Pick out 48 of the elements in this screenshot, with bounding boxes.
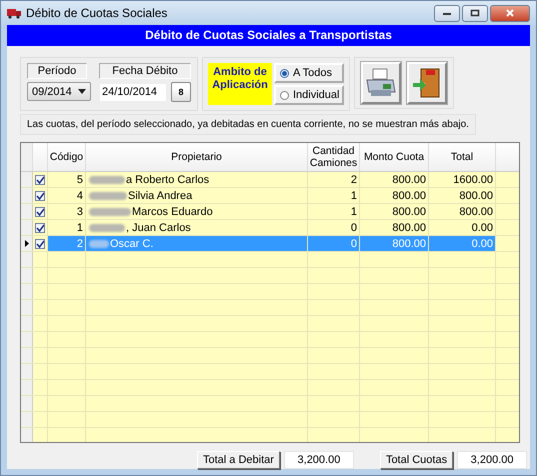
info-note: Las cuotas, del período seleccionado, ya debitadas en cuenta corriente, no se muestran más abajo. xyxy=(20,114,476,135)
column-header[interactable]: Monto Cuota xyxy=(360,143,429,171)
table-row[interactable]: 3 Marcos Eduardo 1 800.00 800.00 xyxy=(21,204,519,220)
table-cell: 1 xyxy=(308,204,360,219)
calendar-button[interactable]: 8 xyxy=(171,82,191,102)
total-fees-field: 3,200.00 xyxy=(457,451,528,469)
date-field[interactable]: 24/10/2014 xyxy=(99,82,167,102)
column-header[interactable]: Propietario xyxy=(86,143,308,171)
table-cell: 800.00 xyxy=(360,204,429,219)
table-cell: 800.00 xyxy=(360,172,429,187)
table-cell: 0 xyxy=(308,220,360,235)
table-cell: 800.00 xyxy=(360,188,429,203)
table-cell: Oscar C. xyxy=(110,238,154,250)
table-cell: 800.00 xyxy=(429,204,496,219)
total-debit-field: 3,200.00 xyxy=(284,451,354,469)
table-cell: 800.00 xyxy=(360,220,429,235)
table-cell: a Roberto Carlos xyxy=(126,174,210,186)
table-cell: 3 xyxy=(48,204,86,219)
debit-date-label: Fecha Débito xyxy=(99,63,191,79)
column-header[interactable]: Código xyxy=(48,143,86,171)
total-debit-button[interactable]: Total a Debitar xyxy=(197,451,280,469)
scope-radio[interactable]: A Todos xyxy=(274,63,344,83)
table-row[interactable]: 4 Silvia Andrea 1 800.00 800.00 xyxy=(21,188,519,204)
period-dropdown[interactable]: 09/2014 xyxy=(27,82,91,101)
table-cell: Silvia Andrea xyxy=(128,190,192,202)
table-cell: 0.00 xyxy=(429,220,496,235)
table-cell: 1 xyxy=(308,188,360,203)
table-row[interactable]: 5 a Roberto Carlos 2 800.00 1600.00 xyxy=(21,172,519,188)
total-fees-button[interactable]: Total Cuotas xyxy=(380,451,454,469)
column-header[interactable]: Cantidad Camiones xyxy=(308,143,360,171)
table-cell: 5 xyxy=(48,172,86,187)
table-cell: 2 xyxy=(48,236,86,251)
table-cell: 0 xyxy=(308,236,360,251)
table-cell: 0.00 xyxy=(429,236,496,251)
table-cell: 800.00 xyxy=(360,236,429,251)
column-header[interactable]: Total xyxy=(429,143,496,171)
scope-label: Ambito de Aplicación xyxy=(208,63,272,105)
table-cell: 2 xyxy=(308,172,360,187)
table-cell: Marcos Eduardo xyxy=(132,206,213,218)
table-cell: 4 xyxy=(48,188,86,203)
scope-radio[interactable]: Individual xyxy=(274,85,344,105)
table-cell: , Juan Carlos xyxy=(126,222,191,234)
table-cell: 1600.00 xyxy=(429,172,496,187)
table-cell: 800.00 xyxy=(429,188,496,203)
banner-title: Débito de Cuotas Sociales a Transportistas xyxy=(7,25,530,46)
table-cell: 1 xyxy=(48,220,86,235)
window-title: Débito de Cuotas Sociales xyxy=(26,6,168,20)
period-label: Período xyxy=(27,63,87,79)
